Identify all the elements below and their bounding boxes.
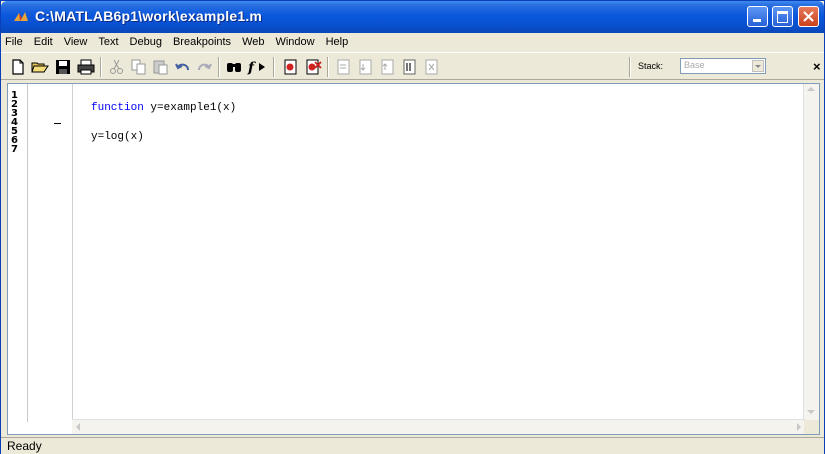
minimize-button[interactable] — [747, 6, 768, 27]
toolbar-separator — [327, 57, 329, 77]
keyword-function: function — [91, 102, 144, 114]
new-file-icon[interactable] — [9, 58, 27, 76]
toolbar-separator — [629, 57, 631, 77]
code-text: y=example1(x) — [143, 102, 237, 114]
svg-text:f: f — [247, 60, 257, 76]
print-icon[interactable] — [77, 58, 95, 76]
window-title: C:\MATLAB6p1\work\example1.m — [35, 8, 263, 24]
stack-label: Stack: — [638, 61, 664, 71]
vertical-scrollbar[interactable] — [803, 84, 819, 422]
redo-icon[interactable] — [195, 58, 213, 76]
code-text: y=log(x) — [91, 131, 144, 143]
function-icon[interactable]: f — [247, 58, 265, 76]
matlab-logo-icon — [13, 9, 29, 25]
toolbar-separator — [100, 57, 102, 77]
status-bar: Ready — [1, 437, 824, 454]
step-icon[interactable] — [335, 58, 353, 76]
scroll-left-icon[interactable] — [76, 423, 80, 431]
menu-help[interactable]: Help — [326, 36, 349, 48]
step-in-icon[interactable] — [357, 58, 375, 76]
code-editor[interactable]: 1 2 3 4 5 6 7 function y=example1(x) y=l… — [7, 83, 820, 435]
breakpoint-column[interactable] — [28, 84, 73, 422]
matlab-editor-window: C:\MATLAB6p1\work\example1.m File Edit V… — [0, 0, 825, 454]
close-document-icon[interactable]: × — [813, 59, 821, 74]
scroll-down-icon[interactable] — [807, 410, 815, 414]
menu-breakpoints[interactable]: Breakpoints — [173, 36, 231, 48]
horizontal-scrollbar[interactable] — [72, 419, 805, 434]
title-bar[interactable]: C:\MATLAB6p1\work\example1.m — [1, 1, 824, 33]
toolbar: f Stack: Base × — [1, 52, 824, 80]
menu-bar: File Edit View Text Debug Breakpoints We… — [1, 33, 824, 51]
open-folder-icon[interactable] — [31, 58, 49, 76]
code-line-2[interactable]: function y=example1(x) — [91, 102, 236, 114]
menu-edit[interactable]: Edit — [34, 36, 53, 48]
stack-value: Base — [684, 60, 705, 70]
menu-file[interactable]: File — [5, 36, 23, 48]
line-number: 7 — [11, 144, 18, 155]
undo-icon[interactable] — [174, 58, 192, 76]
scroll-right-icon[interactable] — [797, 423, 801, 431]
menu-debug[interactable]: Debug — [130, 36, 162, 48]
scrollbar-corner — [804, 420, 819, 434]
save-icon[interactable] — [54, 58, 72, 76]
menu-web[interactable]: Web — [242, 36, 264, 48]
scroll-up-icon[interactable] — [807, 87, 815, 91]
copy-icon[interactable] — [130, 58, 148, 76]
continue-icon[interactable] — [401, 58, 419, 76]
set-breakpoint-icon[interactable] — [282, 58, 300, 76]
chevron-down-icon[interactable] — [752, 60, 764, 72]
exit-debug-icon[interactable] — [423, 58, 441, 76]
menu-window[interactable]: Window — [275, 36, 314, 48]
code-line-4[interactable]: y=log(x) — [91, 131, 144, 143]
step-out-icon[interactable] — [379, 58, 397, 76]
cut-icon[interactable] — [108, 58, 126, 76]
clear-breakpoint-icon[interactable] — [304, 58, 322, 76]
find-icon[interactable] — [225, 58, 243, 76]
breakpoint-marker[interactable] — [54, 123, 61, 124]
close-icon — [803, 11, 814, 22]
stack-dropdown[interactable]: Base — [680, 58, 766, 74]
paste-icon[interactable] — [152, 58, 170, 76]
line-number-gutter: 1 2 3 4 5 6 7 — [8, 84, 28, 422]
menu-view[interactable]: View — [64, 36, 88, 48]
status-text: Ready — [7, 439, 42, 453]
close-button[interactable] — [798, 6, 819, 27]
maximize-button[interactable] — [772, 6, 793, 27]
menu-text[interactable]: Text — [98, 36, 118, 48]
toolbar-separator — [218, 57, 220, 77]
toolbar-separator — [273, 57, 275, 77]
